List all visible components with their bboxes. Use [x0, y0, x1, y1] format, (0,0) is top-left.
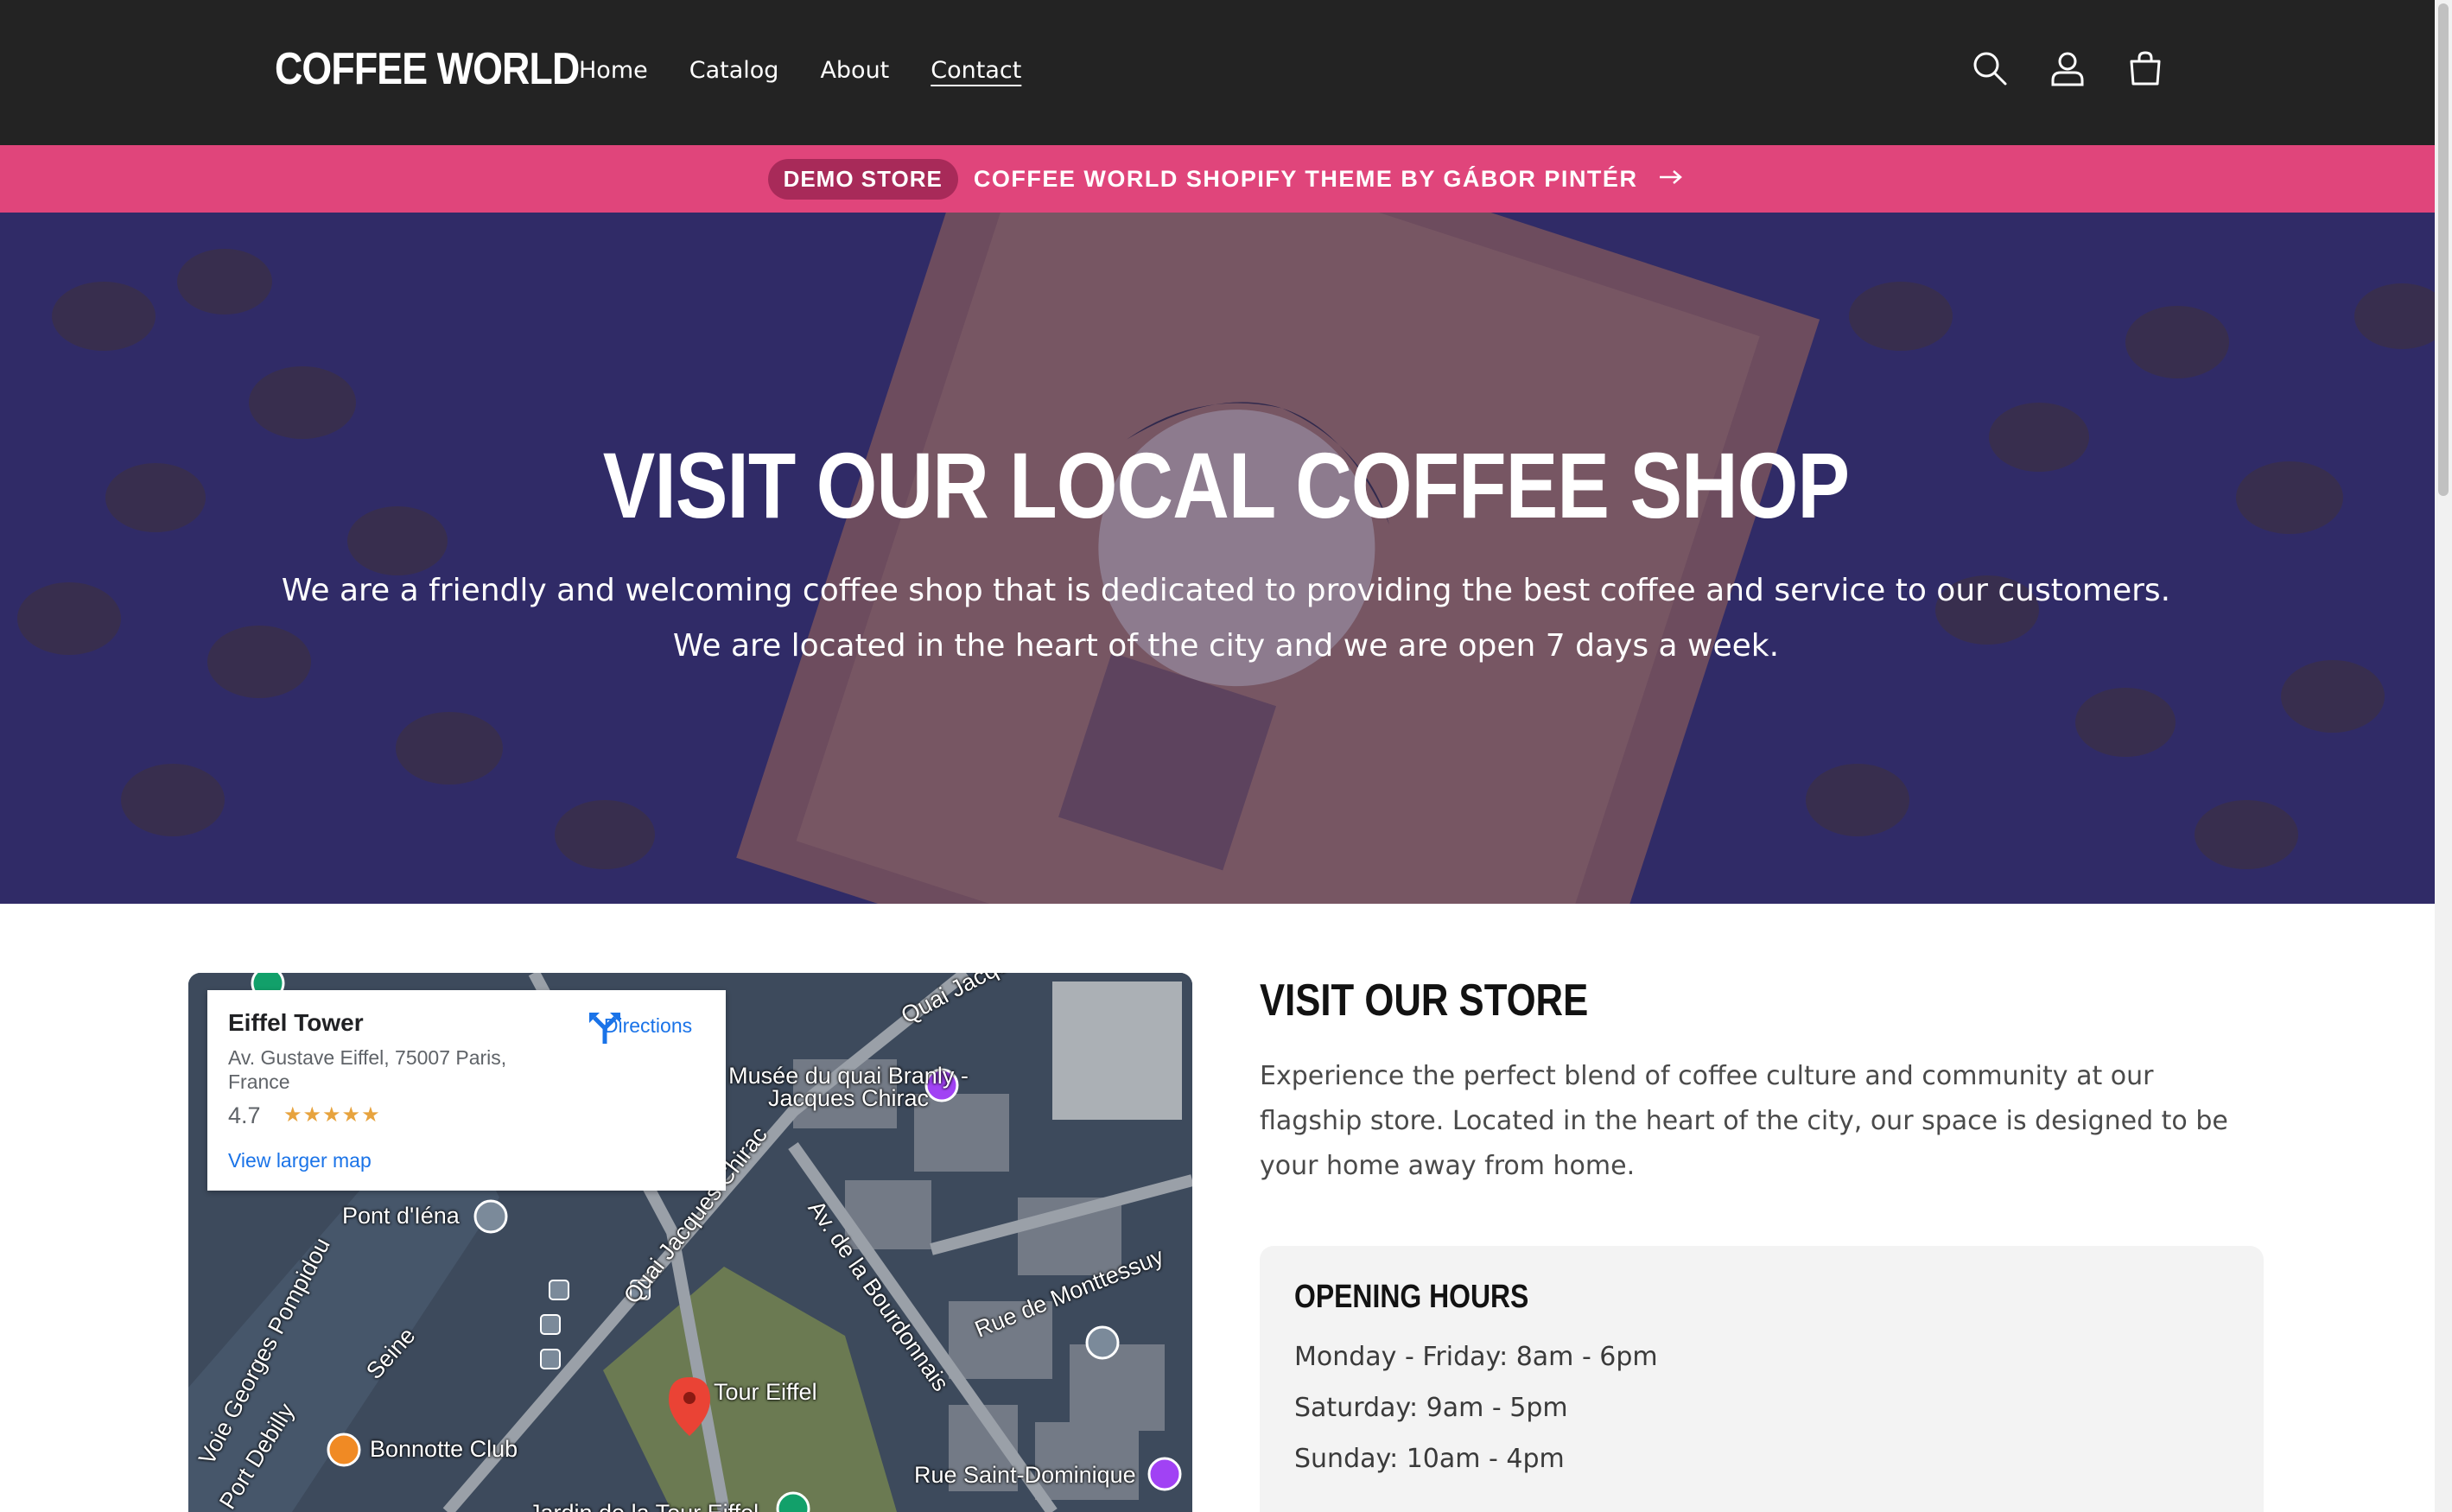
map-place-card: Eiffel Tower Av. Gustave Eiffel, 75007 P…: [207, 990, 726, 1191]
header-icons: [1970, 48, 2165, 88]
map-label-tour-eiffel: Tour Eiffel: [714, 1379, 817, 1405]
view-larger-map-link[interactable]: View larger map: [228, 1149, 372, 1172]
nav-catalog[interactable]: Catalog: [689, 57, 779, 84]
site-logo[interactable]: COFFEE WORLD: [275, 43, 580, 95]
place-rating: 4.7: [228, 1102, 261, 1128]
search-icon[interactable]: [1970, 48, 2010, 88]
announcement-text[interactable]: COFFEE WORLD SHOPIFY THEME BY GÁBOR PINT…: [974, 166, 1638, 193]
announcement-bar[interactable]: DEMO STORE COFFEE WORLD SHOPIFY THEME BY…: [0, 145, 2452, 213]
map-label-jardin: Jardin de la Tour Eiffel: [529, 1500, 759, 1512]
store-title: VISIT OUR STORE: [1260, 975, 1589, 1026]
account-icon[interactable]: [2048, 48, 2087, 88]
cart-icon[interactable]: [2125, 48, 2165, 88]
hours-sunday: Sunday: 10am - 4pm: [1294, 1444, 1565, 1474]
opening-hours-card: OPENING HOURS Monday - Friday: 8am - 6pm…: [1260, 1246, 2264, 1512]
hero-subtitle: We are a friendly and welcoming coffee s…: [281, 573, 2171, 664]
map-label-rue-saint-dominique: Rue Saint-Dominique: [914, 1462, 1136, 1488]
place-name: Eiffel Tower: [228, 1009, 364, 1036]
arrow-right-icon[interactable]: [1658, 168, 1684, 189]
map-label-bonnotte-club: Bonnotte Club: [370, 1436, 518, 1462]
hero-content: VISIT OUR LOCAL COFFEE SHOP We are a fri…: [0, 439, 2452, 674]
scrollbar-thumb[interactable]: [2438, 3, 2449, 496]
place-address: Av. Gustave Eiffel, 75007 Paris, France: [228, 1046, 507, 1093]
site-header: COFFEE WORLD Home Catalog About Contact: [0, 0, 2452, 145]
google-map-embed[interactable]: Pont d'Iéna Musée du quai Branly - Jacqu…: [188, 973, 1192, 1512]
hours-saturday: Saturday: 9am - 5pm: [1294, 1393, 1568, 1423]
opening-hours-title: OPENING HOURS: [1294, 1279, 1529, 1315]
main-nav: Home Catalog About Contact: [579, 57, 1021, 84]
nav-home[interactable]: Home: [579, 57, 648, 84]
map-label-pont-iena: Pont d'Iéna: [342, 1203, 460, 1229]
directions-icon: [589, 1013, 620, 1044]
hours-weekdays: Monday - Friday: 8am - 6pm: [1294, 1342, 1658, 1372]
demo-store-badge: DEMO STORE: [767, 158, 958, 200]
hero-banner: VISIT OUR LOCAL COFFEE SHOP We are a fri…: [0, 213, 2452, 904]
directions-button[interactable]: Directions: [588, 1009, 708, 1044]
rating-stars-icon: ★★★★★: [283, 1102, 381, 1127]
store-description: Experience the perfect blend of coffee c…: [1260, 1061, 2228, 1181]
page-scrollbar[interactable]: [2435, 0, 2452, 1512]
hero-title: VISIT OUR LOCAL COFFEE SHOP: [602, 433, 1850, 537]
store-info: VISIT OUR STORE Experience the perfect b…: [1260, 973, 2264, 1512]
map-label-musee: Musée du quai Branly - Jacques Chirac: [728, 1063, 969, 1111]
nav-about[interactable]: About: [820, 57, 889, 84]
nav-contact[interactable]: Contact: [931, 57, 1021, 84]
